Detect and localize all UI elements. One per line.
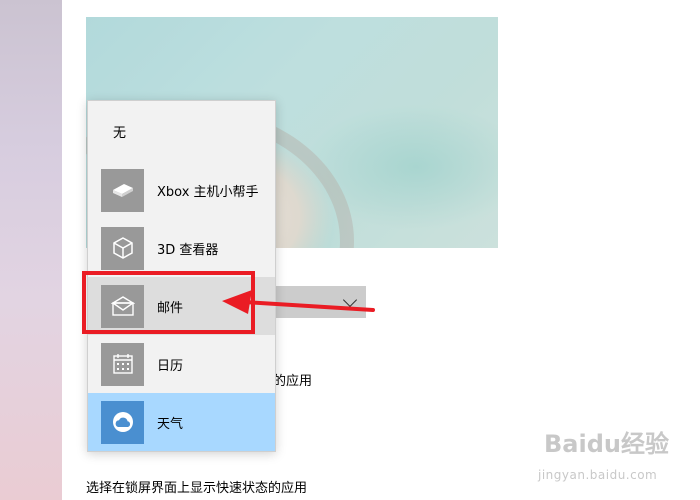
app-option-label: Xbox 主机小帮手 [157, 184, 259, 200]
watermark-url: jingyan.baidu.com [538, 468, 658, 482]
weather-icon [101, 400, 144, 444]
app-option-weather[interactable]: 天气 [88, 393, 275, 451]
calendar-icon [101, 342, 144, 386]
watermark-brand: Baidu经验 [544, 430, 669, 458]
app-option-label: 天气 [157, 416, 184, 432]
app-option-label: 无 [113, 125, 127, 141]
watermark: Baidu经验 jingyan.baidu.com [538, 424, 698, 494]
app-option-label: 3D 查看器 [157, 242, 219, 258]
desktop-background-strip [0, 0, 62, 500]
app-option-calendar[interactable]: 日历 [88, 335, 275, 393]
xbox-console-icon [101, 168, 144, 212]
app-option-xbox[interactable]: Xbox 主机小帮手 [88, 161, 275, 219]
cube-3d-icon [101, 226, 144, 270]
quick-status-label: 选择在锁屏界面上显示快速状态的应用 [86, 481, 308, 496]
app-option-none[interactable]: 无 [88, 101, 275, 161]
annotation-highlight-box [82, 271, 255, 334]
app-option-3d-viewer[interactable]: 3D 查看器 [88, 219, 275, 277]
app-option-label: 日历 [157, 358, 184, 374]
